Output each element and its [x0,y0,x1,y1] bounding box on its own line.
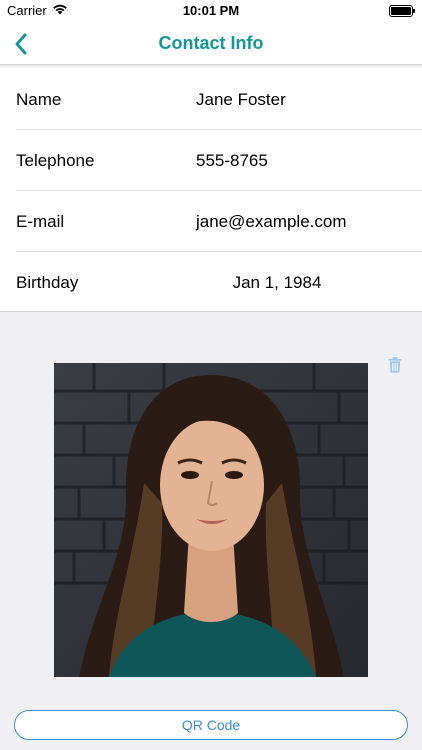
contact-info-table: Name Jane Foster Telephone 555-8765 E-ma… [0,69,422,312]
telephone-row[interactable]: Telephone 555-8765 [0,130,422,191]
status-time: 10:01 PM [182,3,240,18]
email-value: jane@example.com [196,212,347,231]
qr-code-button[interactable]: QR Code [14,710,408,740]
telephone-label: Telephone [16,151,95,170]
navigation-bar: Contact Info [0,22,422,65]
page-title: Contact Info [158,33,264,53]
name-value: Jane Foster [196,90,286,109]
battery-icon [389,5,415,17]
battery-cap [413,9,415,13]
telephone-value: 555-8765 [196,151,268,170]
email-row[interactable]: E-mail jane@example.com [0,191,422,252]
name-label: Name [16,90,62,109]
name-row[interactable]: Name Jane Foster [0,69,422,130]
trash-icon[interactable] [388,357,402,373]
email-label: E-mail [16,212,65,231]
portrait-image [54,363,368,677]
birthday-row[interactable]: Birthday Jan 1, 1984 [0,252,422,313]
battery-fill [391,7,411,15]
contact-photo[interactable] [54,363,368,677]
status-bar: Carrier 10:01 PM [0,0,422,22]
birthday-value[interactable]: Jan 1, 1984 [196,273,358,293]
birthday-label: Birthday [16,273,79,292]
